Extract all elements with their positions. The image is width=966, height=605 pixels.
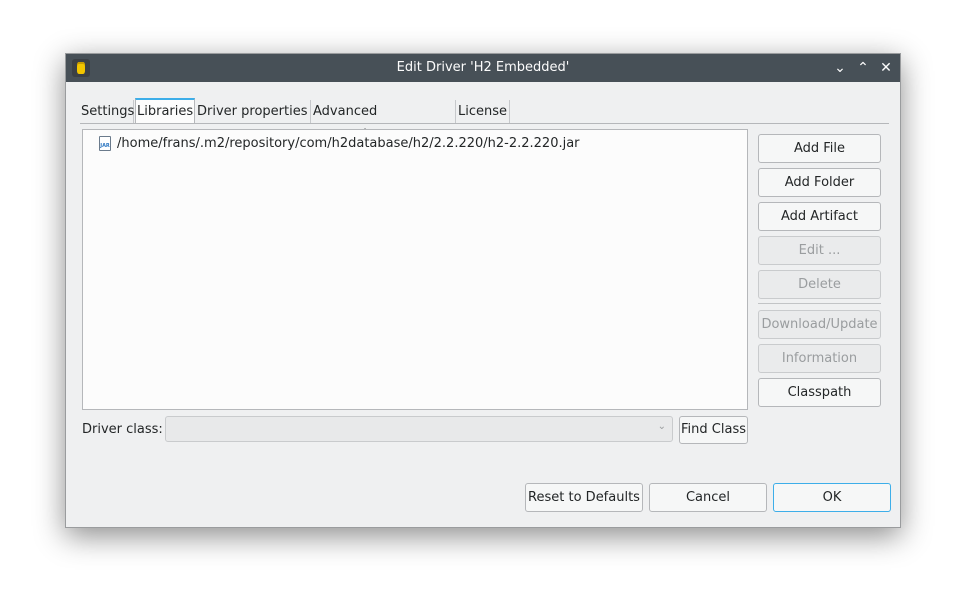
cancel-button[interactable]: Cancel bbox=[649, 483, 767, 512]
information-button[interactable]: Information bbox=[758, 344, 881, 373]
close-icon[interactable]: ✕ bbox=[876, 58, 896, 78]
driver-class-label: Driver class: bbox=[82, 422, 163, 437]
add-artifact-button[interactable]: Add Artifact bbox=[758, 202, 881, 231]
add-file-button[interactable]: Add File bbox=[758, 134, 881, 163]
window-title: Edit Driver 'H2 Embedded' bbox=[396, 60, 570, 75]
jar-file-icon: JAR bbox=[99, 136, 111, 151]
classpath-button[interactable]: Classpath bbox=[758, 378, 881, 407]
library-list[interactable]: JAR /home/frans/.m2/repository/com/h2dat… bbox=[82, 129, 748, 410]
edit-button[interactable]: Edit ... bbox=[758, 236, 881, 265]
download-update-button[interactable]: Download/Update bbox=[758, 310, 881, 339]
library-path: /home/frans/.m2/repository/com/h2databas… bbox=[117, 136, 580, 151]
minimize-icon[interactable]: ⌄ bbox=[830, 58, 850, 78]
add-folder-button[interactable]: Add Folder bbox=[758, 168, 881, 197]
driver-class-select[interactable]: ⌄ bbox=[165, 416, 673, 442]
tab-libraries[interactable]: Libraries bbox=[135, 98, 195, 123]
tab-license[interactable]: License bbox=[457, 100, 510, 123]
find-class-button[interactable]: Find Class bbox=[679, 416, 748, 444]
edit-driver-dialog: Edit Driver 'H2 Embedded' ⌄ ⌃ ✕ Settings… bbox=[65, 53, 901, 528]
tab-divider bbox=[80, 123, 889, 124]
tab-advanced-parameters[interactable]: Advanced parameters bbox=[312, 100, 456, 142]
delete-button[interactable]: Delete bbox=[758, 270, 881, 299]
reset-to-defaults-button[interactable]: Reset to Defaults bbox=[525, 483, 643, 512]
tab-driver-properties[interactable]: Driver properties bbox=[196, 100, 311, 123]
ok-button[interactable]: OK bbox=[773, 483, 891, 512]
maximize-icon[interactable]: ⌃ bbox=[853, 58, 873, 78]
button-separator bbox=[758, 303, 881, 304]
tab-settings[interactable]: Settings bbox=[80, 100, 134, 123]
chevron-down-icon: ⌄ bbox=[657, 421, 666, 432]
title-bar[interactable]: Edit Driver 'H2 Embedded' ⌄ ⌃ ✕ bbox=[66, 54, 900, 82]
